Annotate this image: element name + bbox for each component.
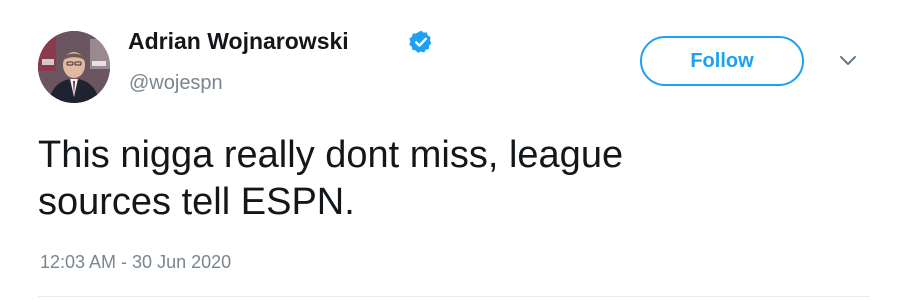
avatar-photo: [38, 31, 110, 103]
user-handle[interactable]: @wojespn: [129, 72, 223, 95]
verified-badge-icon: [409, 30, 432, 53]
chevron-down-icon[interactable]: [838, 54, 858, 68]
avatar[interactable]: [38, 31, 110, 103]
tweet-text: This nigga really dont miss, league sour…: [38, 132, 798, 226]
divider: [38, 296, 870, 297]
tweet-timestamp[interactable]: 12:03 AM - 30 Jun 2020: [40, 252, 231, 273]
tweet-card: Adrian Wojnarowski @wojespn Follow This …: [0, 0, 907, 302]
follow-button[interactable]: Follow: [640, 36, 804, 86]
tweet-text-line: This nigga really dont miss, league: [38, 134, 624, 176]
tweet-text-line: sources tell ESPN.: [38, 181, 355, 223]
display-name[interactable]: Adrian Wojnarowski: [128, 28, 349, 55]
